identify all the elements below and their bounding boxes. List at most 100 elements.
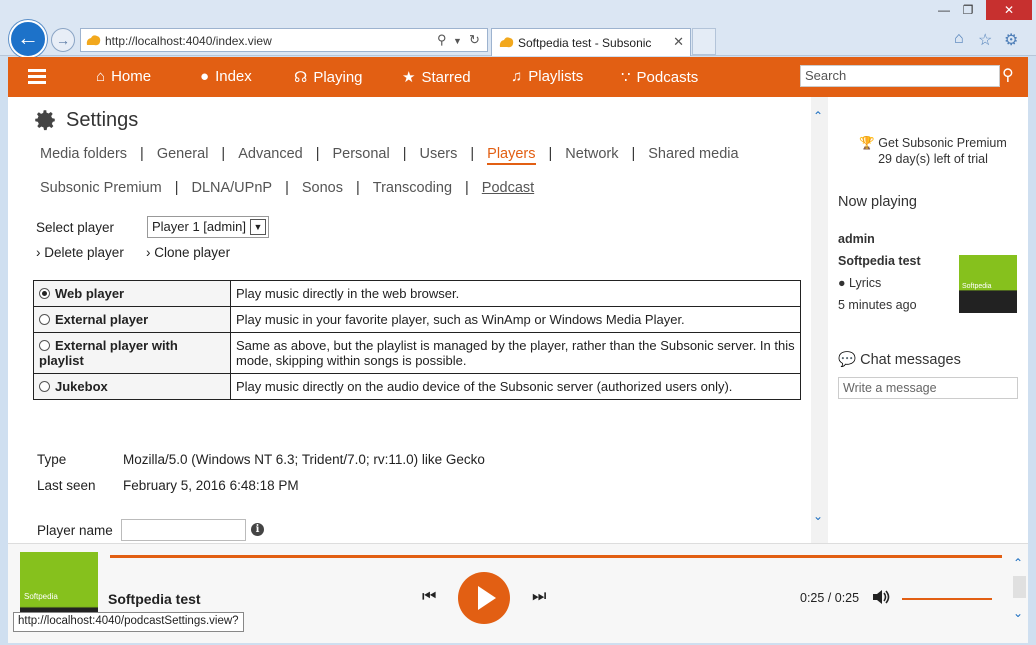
tab-title: Softpedia test - Subsonic bbox=[518, 36, 652, 50]
scroll-down-icon[interactable]: ⌄ bbox=[813, 509, 823, 523]
subsonic-favicon-icon bbox=[86, 35, 101, 46]
radio-external-playlist[interactable] bbox=[39, 340, 50, 351]
radio-web-player[interactable] bbox=[39, 288, 50, 299]
rss-icon: ∵ bbox=[621, 69, 631, 86]
microphone-icon: ● bbox=[838, 276, 846, 290]
player-scrollbar[interactable]: ⌃ ⌄ bbox=[1011, 544, 1028, 644]
browser-chrome: ← → http://localhost:4040/index.view ⚲ ▼… bbox=[0, 0, 1036, 58]
nav-home[interactable]: ⌂ Home bbox=[96, 68, 151, 85]
last-seen-row: Last seen February 5, 2016 6:48:18 PM bbox=[37, 478, 299, 493]
nav-playing[interactable]: ☊ Playing bbox=[294, 68, 363, 87]
nav-index[interactable]: ● Index bbox=[200, 68, 252, 85]
play-button[interactable] bbox=[458, 572, 510, 624]
chevron-down-icon: ▼ bbox=[250, 219, 266, 235]
now-playing-title: Now playing bbox=[838, 194, 917, 210]
new-tab-button[interactable] bbox=[692, 28, 716, 55]
player-name-input[interactable] bbox=[121, 519, 246, 541]
subsonic-favicon-icon bbox=[499, 37, 514, 48]
hamburger-menu-icon[interactable] bbox=[28, 69, 46, 85]
tab-players[interactable]: Players bbox=[487, 146, 536, 165]
favorites-star-icon[interactable]: ☆ bbox=[978, 30, 992, 50]
tab-general[interactable]: General bbox=[157, 146, 209, 165]
table-row: External player Play music in your favor… bbox=[33, 306, 801, 333]
trophy-icon: 🏆 bbox=[859, 136, 875, 150]
microphone-icon: ● bbox=[200, 68, 210, 85]
player-type-jukebox[interactable]: Jukebox bbox=[33, 373, 231, 400]
player-type-web[interactable]: Web player bbox=[33, 280, 231, 307]
page-title: Settings bbox=[32, 107, 138, 133]
status-url-tooltip: http://localhost:4040/podcastSettings.vi… bbox=[13, 612, 244, 632]
album-cover[interactable]: Softpedia bbox=[959, 255, 1017, 313]
delete-player-link[interactable]: › Delete player bbox=[36, 245, 124, 260]
tab-network[interactable]: Network bbox=[565, 146, 618, 165]
player-type-table: Web player Play music directly in the we… bbox=[33, 280, 801, 400]
now-playing-song[interactable]: Softpedia test bbox=[838, 254, 921, 268]
address-bar[interactable]: http://localhost:4040/index.view ⚲ ▼ ↻ bbox=[80, 28, 488, 52]
lyrics-link[interactable]: ● Lyrics bbox=[838, 276, 881, 290]
type-value: Mozilla/5.0 (Windows NT 6.3; Trident/7.0… bbox=[123, 452, 485, 467]
info-icon[interactable]: i bbox=[251, 523, 264, 536]
radio-external-player[interactable] bbox=[39, 314, 50, 325]
volume-icon[interactable] bbox=[871, 588, 891, 606]
now-playing-user: admin bbox=[838, 232, 875, 246]
radio-jukebox[interactable] bbox=[39, 381, 50, 392]
player-select[interactable]: Player 1 [admin] ▼ bbox=[147, 216, 269, 238]
player-type-external-playlist[interactable]: External player with playlist bbox=[33, 332, 231, 374]
nav-playlists[interactable]: ♫ Playlists bbox=[511, 68, 583, 85]
player-type-desc: Play music directly on the audio device … bbox=[230, 373, 801, 400]
tab-dlna-upnp[interactable]: DLNA/UPnP bbox=[191, 180, 272, 196]
search-input[interactable]: Search bbox=[800, 65, 1000, 87]
next-track-icon[interactable]: ⏭ bbox=[532, 588, 546, 606]
clone-player-link[interactable]: › Clone player bbox=[146, 245, 230, 260]
tab-shared-media[interactable]: Shared media bbox=[648, 146, 738, 165]
forward-button[interactable]: → bbox=[51, 28, 75, 52]
tab-sonos[interactable]: Sonos bbox=[302, 180, 343, 196]
nav-starred[interactable]: ★ Starred bbox=[402, 68, 471, 87]
chat-message-input[interactable]: Write a message bbox=[838, 377, 1018, 399]
close-tab-icon[interactable]: ✕ bbox=[673, 34, 684, 50]
tab-advanced[interactable]: Advanced bbox=[238, 146, 303, 165]
tab-subsonic-premium[interactable]: Subsonic Premium bbox=[40, 180, 162, 196]
star-icon: ★ bbox=[402, 69, 416, 86]
scroll-up-icon[interactable]: ⌃ bbox=[813, 109, 823, 123]
player-type-desc: Same as above, but the playlist is manag… bbox=[230, 332, 801, 374]
search-icon[interactable]: ⚲ bbox=[437, 32, 447, 48]
type-row: Type Mozilla/5.0 (Windows NT 6.3; Triden… bbox=[37, 452, 485, 467]
player-type-desc: Play music directly in the web browser. bbox=[230, 280, 801, 307]
gear-icon bbox=[35, 110, 55, 131]
settings-gear-icon[interactable]: ⚙ bbox=[1004, 30, 1018, 50]
nav-podcasts[interactable]: ∵ Podcasts bbox=[621, 68, 698, 87]
home-icon[interactable]: ⌂ bbox=[954, 30, 964, 48]
window-close-button[interactable]: ✕ bbox=[986, 0, 1032, 20]
now-playing-time: 5 minutes ago bbox=[838, 298, 917, 312]
chevron-right-icon: › bbox=[146, 245, 151, 260]
restore-button[interactable]: ❐ bbox=[958, 0, 978, 20]
settings-tabs-row1: Media folders | General | Advanced | Person… bbox=[40, 146, 739, 165]
tab-podcast[interactable]: Podcast bbox=[482, 180, 534, 196]
table-row: Web player Play music directly in the we… bbox=[33, 280, 801, 307]
settings-tabs-row2: Subsonic Premium | DLNA/UPnP | Sonos | Tran… bbox=[40, 180, 535, 196]
music-note-icon: ♫ bbox=[511, 68, 523, 85]
scroll-up-icon[interactable]: ⌃ bbox=[1013, 556, 1023, 570]
chat-title: 💬 Chat messages bbox=[838, 352, 961, 368]
tab-users[interactable]: Users bbox=[420, 146, 458, 165]
tab-media-folders[interactable]: Media folders bbox=[40, 146, 127, 165]
chat-bubble-icon: 💬 bbox=[838, 352, 857, 368]
progress-bar[interactable] bbox=[110, 555, 1002, 558]
back-button[interactable]: ← bbox=[9, 20, 47, 58]
main-scrollbar[interactable]: ⌃ ⌄ bbox=[811, 97, 828, 543]
search-button[interactable]: ⚲ bbox=[1002, 65, 1024, 87]
minimize-button[interactable]: — bbox=[934, 0, 954, 20]
browser-tab[interactable]: Softpedia test - Subsonic ✕ bbox=[491, 28, 691, 56]
scroll-down-icon[interactable]: ⌄ bbox=[1013, 606, 1023, 620]
tab-personal[interactable]: Personal bbox=[332, 146, 389, 165]
refresh-icon[interactable]: ↻ bbox=[469, 32, 480, 48]
volume-slider[interactable] bbox=[902, 598, 993, 600]
last-seen-label: Last seen bbox=[37, 478, 96, 493]
player-type-external[interactable]: External player bbox=[33, 306, 231, 333]
dropdown-icon[interactable]: ▼ bbox=[453, 36, 462, 46]
premium-link[interactable]: 🏆 Get Subsonic Premium 29 day(s) left of… bbox=[838, 135, 1028, 167]
previous-track-icon[interactable]: ⏮ bbox=[422, 588, 436, 606]
tab-transcoding[interactable]: Transcoding bbox=[373, 180, 452, 196]
chevron-right-icon: › bbox=[36, 245, 41, 260]
